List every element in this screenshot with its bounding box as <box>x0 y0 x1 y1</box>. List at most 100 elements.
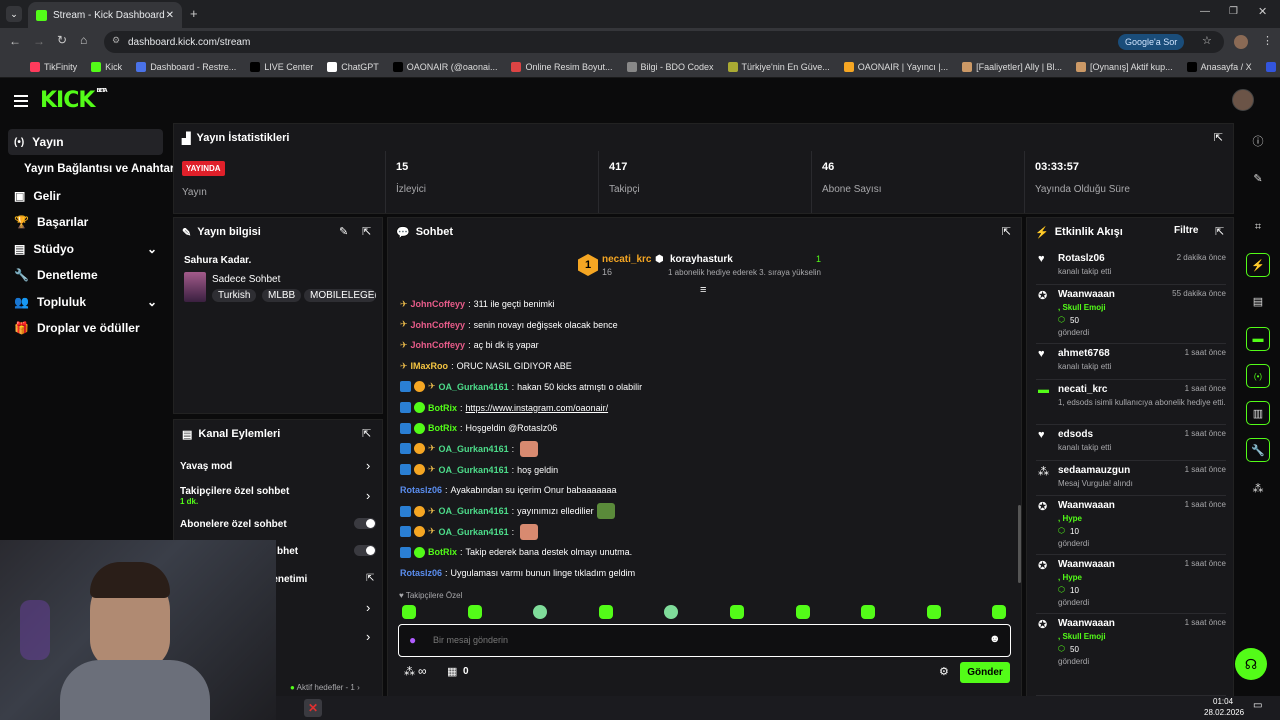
tag[interactable]: MLBB <box>262 289 302 302</box>
chat-message[interactable]: ✈ OA_Gurkan4161: yayınımızı elledilier <box>400 502 615 520</box>
event-username[interactable]: necati_krc <box>1058 384 1107 395</box>
emote-button[interactable] <box>926 605 941 619</box>
home-icon[interactable]: ⌂ <box>80 33 87 47</box>
sidebar-item-topluluk[interactable]: 👥 Topluluk ⌄ <box>8 289 163 315</box>
chevron-right-icon[interactable]: › <box>366 629 370 644</box>
wrench-icon[interactable]: 🔧 <box>1246 438 1270 462</box>
lightning-icon[interactable]: ⚡ <box>1246 253 1270 277</box>
document-icon[interactable]: ▤ <box>1246 289 1270 313</box>
sidebar-item-denetleme[interactable]: 🔧 Denetleme <box>8 262 163 288</box>
top-gifter-name[interactable]: necati_krc <box>602 254 651 265</box>
browser-menu-icon[interactable]: ⋮ <box>1262 34 1273 47</box>
address-bar[interactable]: ⚙ dashboard.kick.com/stream Google'a Sor… <box>104 31 1224 53</box>
filter-button[interactable]: Filtre <box>1174 225 1198 236</box>
chevron-right-icon[interactable]: › <box>366 458 370 473</box>
points-icon[interactable]: ⁂ <box>1246 476 1270 500</box>
chat-message[interactable]: ✈ JohnCoffeyy:311 ile geçti benimki <box>400 295 554 313</box>
bookmark-item[interactable]: Instant Background... <box>1265 61 1280 72</box>
activity-event[interactable]: ⁂ sedaamauzgun 1 saat önce Mesaj Vurgula! a… <box>1036 465 1226 496</box>
broadcast-icon[interactable]: (•) <box>1246 364 1270 388</box>
minimize-icon[interactable]: — <box>1200 6 1210 17</box>
chat-username[interactable]: BotRix <box>428 547 457 557</box>
notification-icon[interactable]: ▭ <box>1253 700 1262 711</box>
chat-message[interactable]: BotRix: https://www.instagram.com/oaonair… <box>400 399 608 417</box>
chat-text[interactable]: https://www.instagram.com/oaonair/ <box>466 403 609 413</box>
user-avatar[interactable] <box>1232 89 1254 111</box>
activity-event[interactable]: ✪ Waanwaaan 1 saat önce , Skull Emoji ⬡ 50 gön… <box>1036 618 1226 696</box>
chat-message[interactable]: ✈ OA_Gurkan4161: <box>400 523 539 541</box>
bookmark-item[interactable]: OAONAIR (@oaonai... <box>392 61 497 72</box>
expand-icon[interactable]: ⇱ <box>362 225 371 238</box>
followers-only-item[interactable]: Takipçilere özel sohbet <box>180 486 289 497</box>
back-icon[interactable]: ← <box>9 34 21 48</box>
active-goals[interactable]: ● Aktif hedefler - 1 › <box>290 683 360 692</box>
event-username[interactable]: Waanwaaan <box>1058 500 1115 511</box>
chat-message[interactable]: Rotaslz06: Uygulaması varmı bunun linge t… <box>400 564 635 582</box>
chat-scrollbar[interactable] <box>1018 505 1021 583</box>
chat-username[interactable]: JohnCoffeyy <box>411 340 466 350</box>
menu-icon[interactable] <box>14 95 28 107</box>
forward-icon[interactable]: → <box>33 34 45 48</box>
emote-button[interactable] <box>467 605 482 619</box>
store-icon[interactable]: ▦ <box>447 665 457 678</box>
profile-avatar[interactable] <box>1234 35 1248 49</box>
chat-username[interactable]: OA_Gurkan4161 <box>439 527 509 537</box>
chat-username[interactable]: OA_Gurkan4161 <box>439 382 509 392</box>
bookmark-item[interactable]: LIVE Center <box>250 61 313 72</box>
bookmark-item[interactable]: OAONAIR | Yayıncı |... <box>843 61 948 72</box>
chat-username[interactable]: IMaxRoo <box>411 361 449 371</box>
emote-button[interactable] <box>861 605 876 619</box>
chat-message[interactable]: BotRix: Takip ederek bana destek olmayı u… <box>400 543 632 561</box>
activity-event[interactable]: ✪ Waanwaaan 55 dakika önce , Skull Emoji ⬡ 50… <box>1036 289 1226 344</box>
chat-message[interactable]: ✈ OA_Gurkan4161: <box>400 440 539 458</box>
pencil-icon[interactable]: ✎ <box>339 225 348 238</box>
emote-button[interactable] <box>402 605 416 619</box>
bookmark-item[interactable]: [Oynanış] Aktif kup... <box>1076 61 1173 72</box>
slow-mode-item[interactable]: Yavaş mod <box>180 461 232 472</box>
chat-message[interactable]: Rotaslz06: Ayakabından su içerim Onur bab… <box>400 481 617 499</box>
expand-icon[interactable]: ⇱ <box>1215 225 1224 238</box>
chat-username[interactable]: JohnCoffeyy <box>411 299 466 309</box>
chat-message[interactable]: BotRix: Hoşgeldin @Rotaslz06 <box>400 419 557 437</box>
chat-username[interactable]: OA_Gurkan4161 <box>439 444 509 454</box>
chat-settings-icon[interactable]: ⚙ <box>939 665 949 678</box>
emote-only-toggle[interactable] <box>354 545 376 556</box>
microphone-icon[interactable]: ● <box>409 633 416 647</box>
chat-username[interactable]: BotRix <box>428 403 457 413</box>
taskbar-app-icon[interactable]: ✕ <box>304 699 322 717</box>
layout-icon[interactable]: ▥ <box>1246 401 1270 425</box>
chat-message[interactable]: ✈ OA_Gurkan4161: hoş geldin <box>400 461 558 479</box>
bookmark-star-icon[interactable]: ☆ <box>1202 34 1212 47</box>
tab-list-button[interactable]: ⌄ <box>6 6 22 22</box>
activity-event[interactable]: ♥ edsods 1 saat önce kanalı takip etti <box>1036 429 1226 461</box>
sidebar-item-droplar[interactable]: 🎁 Droplar ve ödüller <box>8 315 163 341</box>
chevron-right-icon[interactable]: › <box>366 600 370 615</box>
bookmark-item[interactable]: TikFinity <box>30 61 77 72</box>
emote-button[interactable] <box>795 605 810 619</box>
emote-button[interactable] <box>598 605 613 619</box>
emote-button[interactable] <box>730 605 744 619</box>
bookmark-item[interactable]: Kick <box>91 61 122 72</box>
subscribers-only-toggle[interactable] <box>354 518 376 529</box>
bookmark-item[interactable]: Anasayfa / X <box>1186 61 1252 72</box>
edit-icon[interactable]: ✎ <box>1246 166 1270 190</box>
sidebar-item-yayin[interactable]: (•) Yayın <box>8 129 163 155</box>
google-ask-button[interactable]: Google'a Sor <box>1118 34 1185 50</box>
support-button[interactable]: ☊ <box>1235 648 1267 680</box>
close-window-icon[interactable]: ✕ <box>1258 5 1267 18</box>
send-button[interactable]: Gönder <box>960 662 1010 683</box>
event-username[interactable]: Waanwaaan <box>1058 559 1115 570</box>
sidebar-item-gelir[interactable]: ▣ Gelir <box>8 183 163 209</box>
reload-icon[interactable]: ↻ <box>57 33 67 47</box>
expand-icon[interactable]: ⇱ <box>362 427 371 440</box>
chat-username[interactable]: OA_Gurkan4161 <box>439 506 509 516</box>
event-username[interactable]: Rotaslz06 <box>1058 253 1105 264</box>
browser-tab[interactable]: Stream - Kick Dashboard ✕ <box>28 2 182 28</box>
activity-event[interactable]: ♥ ahmet6768 1 saat önce kanalı takip etti <box>1036 348 1226 380</box>
event-username[interactable]: Waanwaaan <box>1058 618 1115 629</box>
chat-message[interactable]: ✈ JohnCoffeyy: senin novayı değişsek olaca… <box>400 316 618 334</box>
sidebar-item-basarilar[interactable]: 🏆 Başarılar <box>8 209 163 235</box>
activity-event[interactable]: ✪ Waanwaaan 1 saat önce , Hype ⬡ 10 gönderdi <box>1036 559 1226 614</box>
chat-message[interactable]: ✈ OA_Gurkan4161: hakan 50 kicks atmıştı o … <box>400 378 642 396</box>
chat-username[interactable]: OA_Gurkan4161 <box>439 465 509 475</box>
